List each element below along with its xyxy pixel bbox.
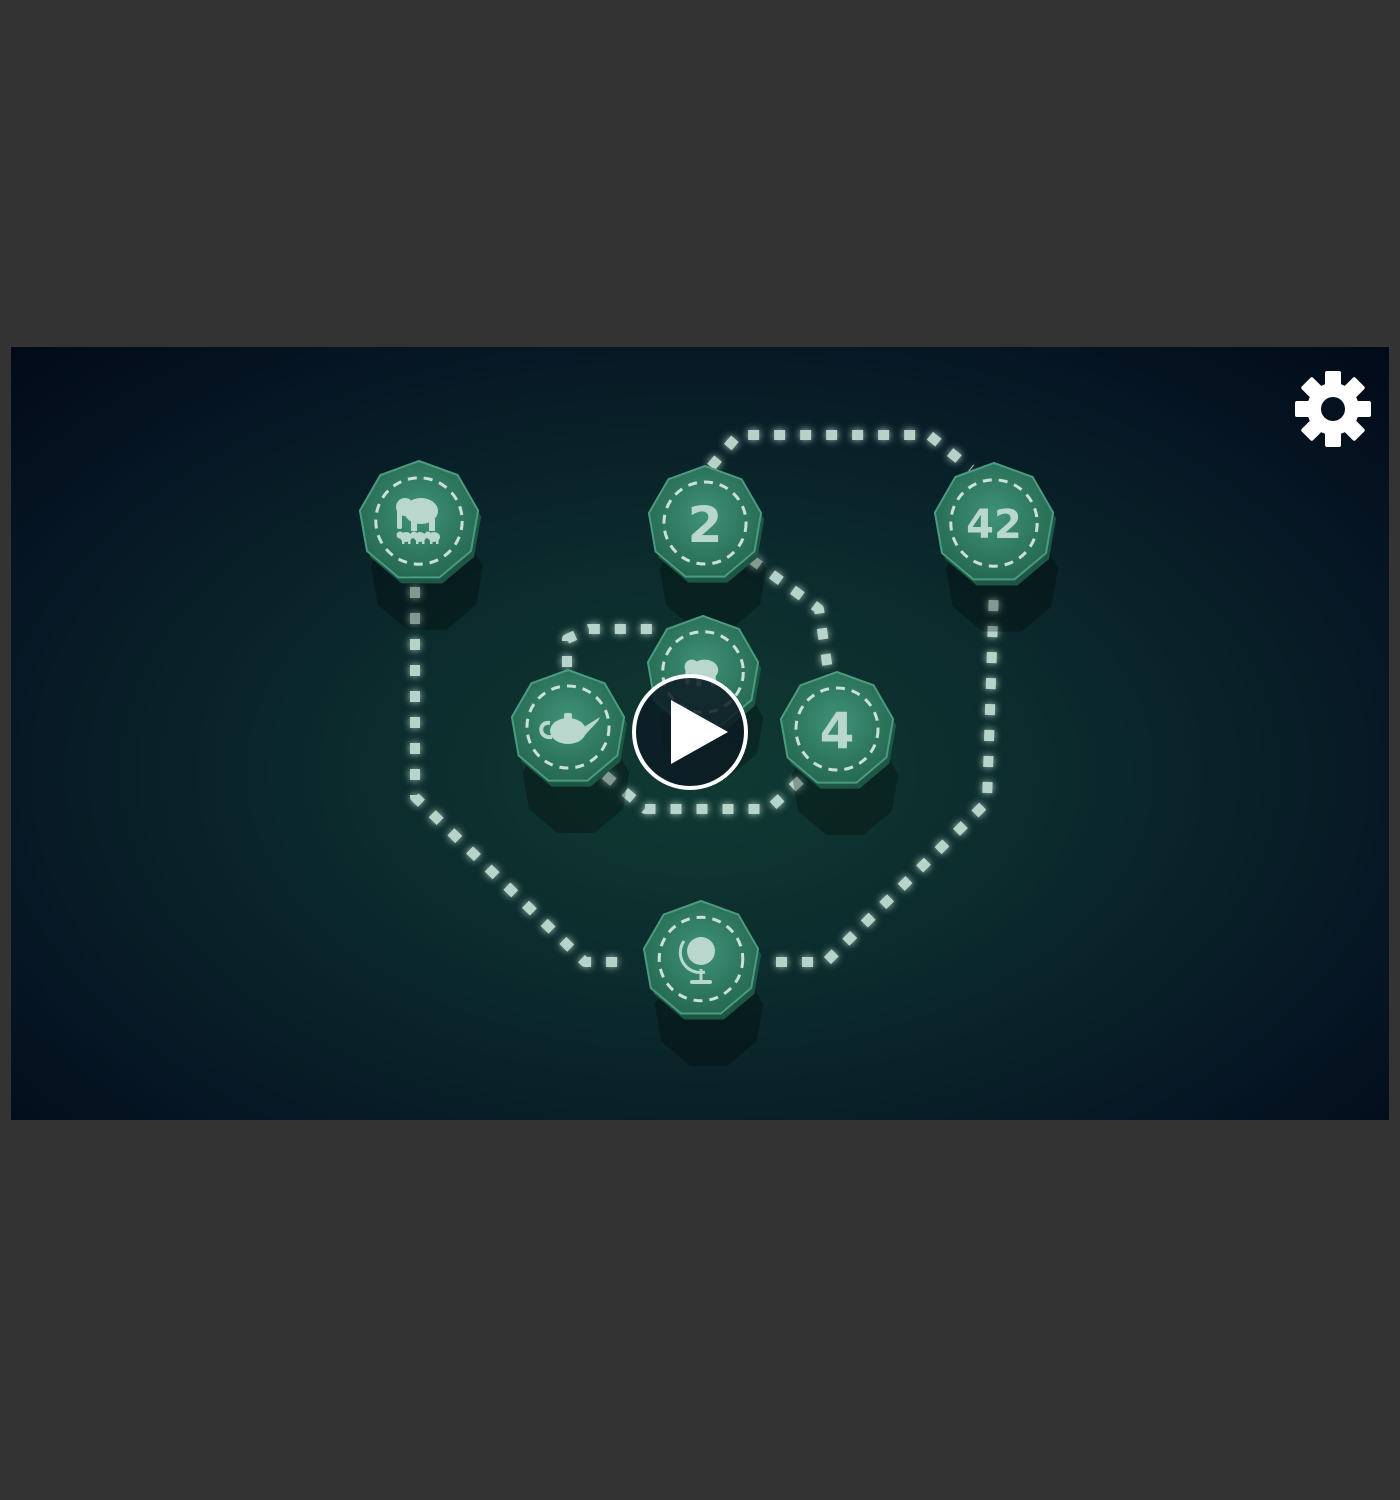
level-node-globe[interactable]: [642, 899, 764, 1066]
level-node-four[interactable]: 4: [779, 670, 899, 835]
play-button[interactable]: [631, 673, 749, 791]
level-node-forty-two[interactable]: 42: [933, 461, 1059, 632]
level-label: 4: [820, 702, 855, 760]
level-label: 2: [688, 496, 723, 554]
path-two-to-fortytwo: [707, 430, 975, 473]
play-icon: [632, 674, 748, 790]
level-label: 42: [966, 502, 1022, 548]
level-node-teapot[interactable]: [510, 668, 630, 833]
path-teapot-to-elephant: [562, 624, 661, 667]
gear-icon: [1295, 371, 1371, 447]
level-node-two[interactable]: 2: [647, 464, 767, 629]
settings-button[interactable]: [1291, 367, 1375, 451]
level-node-elephants[interactable]: [358, 459, 484, 630]
game-viewport: 2 42 4: [11, 347, 1389, 1120]
